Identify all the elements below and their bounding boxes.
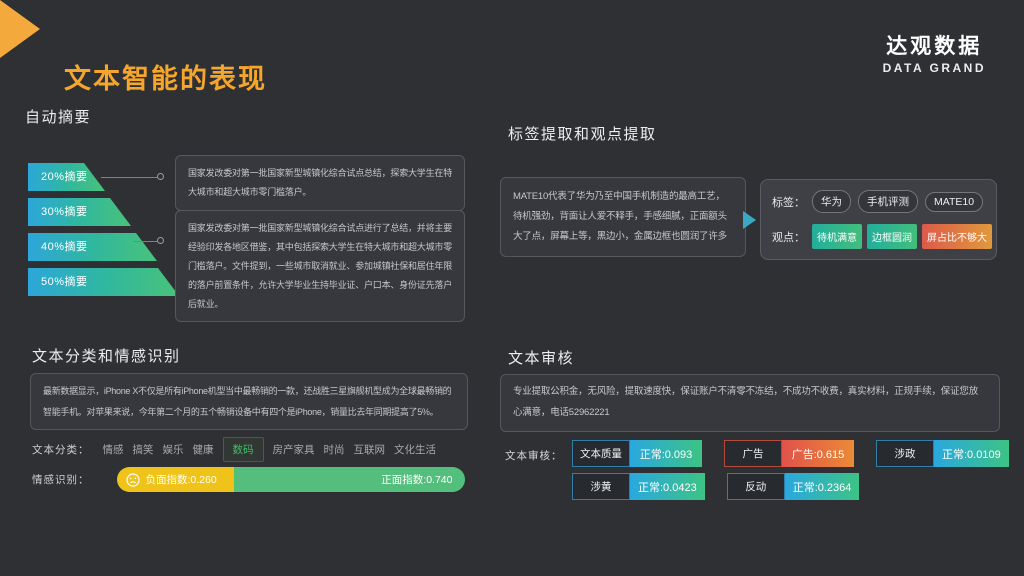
tag-pill: 手机评测 [858,190,918,213]
summary-funnel: 20%摘要 30%摘要 40%摘要 50%摘要 [28,163,179,303]
funnel-bar-label: 20%摘要 [28,163,105,191]
category-item-selected: 数码 [223,437,264,462]
section-title-auto-summary: 自动摘要 [25,106,91,127]
moderation-label: 文本审核： [505,448,563,463]
moderation-badge-result: 正常:0.0109 [934,440,1009,467]
funnel-bar-30: 30%摘要 [28,198,131,226]
sentiment-positive-segment: 正面指数:0.740 [234,467,465,492]
category-item: 健康 [193,442,214,457]
category-list: 情感 搞笑 娱乐 健康 数码 房产家具 时尚 互联网 文化生活 [103,437,437,462]
presentation-slide: 文本智能的表现 达观数据 DATA GRAND 自动摘要 标签提取和观点提取 文… [0,0,1024,576]
opinion-chip-positive: 边框圆润 [867,224,917,249]
frown-icon [126,473,140,487]
classification-label: 文本分类： [32,442,90,457]
moderation-badge-name: 涉政 [876,440,934,467]
logo-text-en: DATA GRAND [883,61,986,75]
section-title-moderation: 文本审核 [508,347,574,368]
connector-dot [157,237,164,244]
sentiment-bar: 负面指数:0.260 正面指数:0.740 [117,467,465,492]
moderation-badge-porn: 涉黄 正常:0.0423 [572,473,705,500]
category-item: 情感 [103,442,124,457]
sentiment-positive-value: 正面指数:0.740 [381,472,452,487]
moderation-badge-result: 正常:0.2364 [785,473,860,500]
summary-short-box: 国家发改委对第一批国家新型城镇化综合试点总结，探索大学生在特大城市和超大城市零门… [175,155,465,211]
category-item: 互联网 [354,442,386,457]
section-title-classification: 文本分类和情感识别 [32,345,181,366]
moderation-row-1: 文本质量 正常:0.093 广告 广告:0.615 涉政 正常:0.0109 [572,440,1009,467]
category-item: 文化生活 [394,442,436,457]
tag-opinion-panel: 标签： 华为 手机评测 MATE10 观点： 待机满意 边框圆润 屏占比不够大 [760,179,997,260]
moderation-badge-ad: 广告 广告:0.615 [724,440,854,467]
opinion-chip-positive: 待机满意 [812,224,862,249]
moderation-badge-name: 涉黄 [572,473,630,500]
moderation-badge-result: 广告:0.615 [782,440,854,467]
funnel-bar-40: 40%摘要 [28,233,157,261]
funnel-bar-label: 30%摘要 [28,198,131,226]
moderation-row-2: 涉黄 正常:0.0423 反动 正常:0.2364 [572,473,859,500]
moderation-badge-politics: 涉政 正常:0.0109 [876,440,1009,467]
category-item: 娱乐 [163,442,184,457]
tag-pill: MATE10 [925,192,983,212]
funnel-bar-label: 40%摘要 [28,233,157,261]
opinions-label: 观点： [772,229,805,245]
summary-long-box: 国家发改委对第一批国家新型城镇化综合试点进行了总结，并将主要经验印发各地区借鉴，… [175,210,465,322]
moderation-badge-name: 反动 [727,473,785,500]
opinions-row: 观点： 待机满意 边框圆润 屏占比不够大 [772,224,985,249]
classification-row: 文本分类： 情感 搞笑 娱乐 健康 数码 房产家具 时尚 互联网 文化生活 [32,437,436,461]
moderation-badge-name: 文本质量 [572,440,630,467]
tags-label: 标签： [772,194,805,210]
title-arrow-icon [0,0,40,58]
connector-line [133,241,157,242]
category-item: 搞笑 [133,442,154,457]
sentiment-negative-value: 负面指数:0.260 [146,472,217,487]
classification-source-box: 最新数据显示，iPhone X不仅是所有iPhone机型当中最畅销的一款，还战胜… [30,373,468,430]
category-item: 房产家具 [273,442,315,457]
moderation-badge-result: 正常:0.0423 [630,473,705,500]
tag-pill: 华为 [812,190,851,213]
funnel-bar-20: 20%摘要 [28,163,105,191]
category-item: 时尚 [324,442,345,457]
logo-text-cn: 达观数据 [883,30,986,60]
sentiment-label: 情感识别： [32,472,90,487]
connector-dot [157,173,164,180]
moderation-badge-name: 广告 [724,440,782,467]
brand-logo: 达观数据 DATA GRAND [883,30,986,75]
funnel-bar-50: 50%摘要 [28,268,179,296]
moderation-badge-result: 正常:0.093 [630,440,702,467]
funnel-bar-label: 50%摘要 [28,268,179,296]
section-title-tag-opinion: 标签提取和观点提取 [508,123,657,144]
moderation-source-box: 专业提取公积金，无风险，提取速度快，保证账户不清零不冻结，不成功不收费，真实材料… [500,374,1000,432]
sentiment-row: 情感识别： 负面指数:0.260 正面指数:0.740 [32,467,465,492]
tags-row: 标签： 华为 手机评测 MATE10 [772,190,985,213]
arrow-right-icon [743,211,756,229]
opinion-chip-negative: 屏占比不够大 [922,224,992,249]
sentiment-negative-segment: 负面指数:0.260 [117,467,234,492]
moderation-badge-quality: 文本质量 正常:0.093 [572,440,702,467]
moderation-badge-reactionary: 反动 正常:0.2364 [727,473,860,500]
tagging-source-box: MATE10代表了华为乃至中国手机制造的最高工艺，待机强劲，背面让人爱不释手，手… [500,177,746,257]
connector-line [101,177,157,178]
page-title: 文本智能的表现 [64,57,267,96]
